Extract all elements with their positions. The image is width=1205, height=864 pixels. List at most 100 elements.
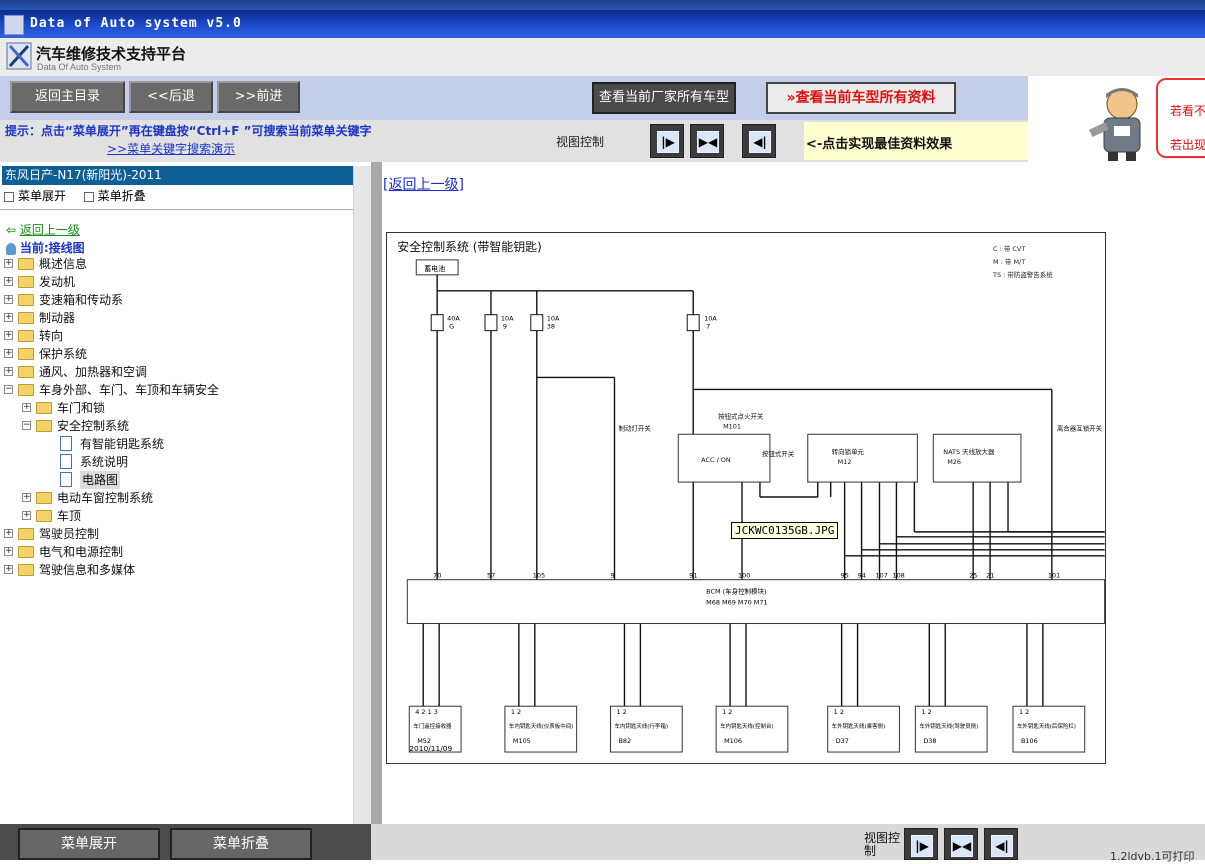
bcm-pin-label: 70 (433, 572, 441, 580)
diagram-legend: C : 带 CVT M : 带 M/T TS : 带防盗警告系统 (992, 245, 1053, 279)
tree-item-label: 系统说明 (80, 455, 129, 469)
tree-item[interactable]: − 安全控制系统 (0, 417, 353, 435)
panel-splitter[interactable] (371, 162, 382, 824)
expand-toggle-icon[interactable]: + (4, 547, 13, 556)
bcm-pin-label: 95 (841, 572, 849, 580)
collapse-toggle-icon[interactable]: − (4, 385, 13, 394)
menu-controls: 菜单展开 菜单折叠 (4, 187, 146, 204)
steer-lock-conn: M12 (838, 458, 852, 466)
component-connector: D37 (836, 737, 849, 745)
view-expand-right-button[interactable]: |▶ (650, 124, 684, 158)
expand-toggle-icon[interactable]: + (4, 277, 13, 286)
tree-item[interactable]: + 制动器 (0, 309, 353, 327)
push-button-label: 按钮式开关 (762, 449, 795, 458)
expand-toggle-icon[interactable]: + (4, 349, 13, 358)
search-demo-link[interactable]: >>菜单关键字搜索演示 (107, 140, 235, 157)
expand-toggle-icon[interactable]: + (4, 313, 13, 322)
legend-c: C : 带 CVT (993, 245, 1025, 253)
tree-item-label: 驾驶信息和多媒体 (39, 563, 136, 577)
wiring-diagram: 安全控制系统 (带智能钥匙) C : 带 CVT M : 带 M/T TS : … (386, 232, 1106, 764)
tree-item[interactable]: + 车顶 (0, 507, 353, 525)
view-control-label: 视图控制 (556, 135, 605, 149)
expand-toggle-icon[interactable]: + (22, 493, 31, 502)
bottom-view-split-button[interactable]: ▶◀ (944, 828, 978, 860)
nats-label: NATS 天线放大器 (943, 447, 995, 456)
upper-components: 制动灯开关 按钮式点火开关 M101 ACC / ON 按钮式开关 转向锁单元 … (618, 411, 1103, 483)
component-pins: 4 2 1 3 (415, 708, 438, 716)
tree-item-label: 有智能钥匙系统 (80, 437, 165, 451)
expand-toggle-icon[interactable]: + (4, 259, 13, 268)
bottom-expand-button[interactable]: 菜单展开 (18, 828, 160, 860)
fuse-1-amp: 40A (447, 315, 460, 323)
tree-item-label: 车门和锁 (57, 401, 106, 415)
all-data-label: 查看当前车型所有资料 (795, 90, 936, 106)
bottom-view-right-button[interactable]: |▶ (904, 828, 938, 860)
all-data-button[interactable]: »查看当前车型所有资料 (766, 82, 956, 114)
tree-item[interactable]: + 车门和锁 (0, 399, 353, 417)
document-icon (60, 472, 72, 487)
tree-item[interactable]: + 发动机 (0, 273, 353, 291)
tree-item[interactable]: + 保护系统 (0, 345, 353, 363)
folder-icon (36, 402, 52, 414)
expand-toggle-icon[interactable]: + (4, 367, 13, 376)
app-icon (4, 15, 24, 35)
tree-item-label: 变速箱和传动系 (39, 293, 124, 307)
tree-item-label: 电动车窗控制系统 (57, 491, 154, 505)
menu-expand-link[interactable]: 菜单展开 (18, 189, 66, 203)
view-split-button[interactable]: ▶◀ (690, 124, 724, 158)
tree-item[interactable]: + 概述信息 (0, 255, 353, 273)
bottom-view-control-label: 视图控制 (864, 831, 901, 858)
fuses: 40A G 10A 9 10A 38 10A 7 (430, 314, 717, 332)
component-name: 车外钥匙天线(驾驶员侧) (919, 722, 978, 730)
back-button[interactable]: <<后退 (129, 81, 213, 113)
expand-toggle-icon[interactable]: + (4, 295, 13, 304)
menu-collapse-link[interactable]: 菜单折叠 (98, 189, 146, 203)
folder-icon (36, 492, 52, 504)
component-name: 车内钥匙天线(行李箱) (614, 722, 668, 730)
back-up-link[interactable]: 返回上一级 (20, 223, 80, 237)
bottom-collapse-button[interactable]: 菜单折叠 (170, 828, 312, 860)
bottom-view-left-button[interactable]: ◀| (984, 828, 1018, 860)
tree-item[interactable]: + 转向 (0, 327, 353, 345)
brake-switch-label: 制动灯开关 (618, 423, 651, 432)
content-back-link[interactable]: [返回上一级] (383, 174, 464, 194)
folder-icon (18, 546, 34, 558)
expand-toggle-icon[interactable]: + (4, 565, 13, 574)
fuse-1-id: G (449, 323, 454, 331)
all-models-button[interactable]: 查看当前厂家所有车型 (592, 82, 736, 114)
tree-item-label: 通风、加热器和空调 (39, 365, 148, 379)
tree-item-label: 电气和电源控制 (39, 545, 124, 559)
tree-item-label: 安全控制系统 (57, 419, 130, 433)
tree-item[interactable]: + 驾驶员控制 (0, 525, 353, 543)
tree-item[interactable]: − 车身外部、车门、车顶和车辆安全 (0, 381, 353, 399)
tree-item[interactable]: 有智能钥匙系统 (0, 435, 353, 453)
fuse-4-id: 7 (706, 323, 710, 331)
tree-item-label: 电路图 (80, 471, 121, 489)
tree-item[interactable]: + 驾驶信息和多媒体 (0, 561, 353, 579)
legend-m: M : 带 M/T (993, 258, 1025, 266)
tree-item-label: 车身外部、车门、车顶和车辆安全 (39, 383, 220, 397)
tree-item[interactable]: + 变速箱和传动系 (0, 291, 353, 309)
expand-toggle-icon[interactable]: + (22, 511, 31, 520)
component-connector: B82 (618, 737, 631, 745)
tree-item-label: 保护系统 (39, 347, 88, 361)
tree-item[interactable]: 系统说明 (0, 453, 353, 471)
expand-toggle-icon[interactable]: + (22, 403, 31, 412)
acc-on-label: ACC / ON (701, 456, 731, 464)
menu-scrollbar[interactable] (353, 166, 371, 824)
collapse-toggle-icon[interactable]: − (22, 421, 31, 430)
tree-item[interactable]: + 通风、加热器和空调 (0, 363, 353, 381)
battery-label: 蓄电池 (424, 264, 445, 273)
forward-button[interactable]: >>前进 (217, 81, 300, 113)
tree-item[interactable]: + 电动车窗控制系统 (0, 489, 353, 507)
expand-toggle-icon[interactable]: + (4, 331, 13, 340)
tree-item[interactable]: + 电气和电源控制 (0, 543, 353, 561)
home-button[interactable]: 返回主目录 (10, 81, 125, 113)
expand-toggle-icon[interactable]: + (4, 529, 13, 538)
current-location-label: 当前:接线图 (19, 241, 85, 255)
tree-item[interactable]: 电路图 (0, 471, 353, 489)
view-expand-left-button[interactable]: ◀| (742, 124, 776, 158)
back-up-row[interactable]: ⇦ 返回上一级 (6, 221, 80, 238)
bottom-arrow-left-icon: ◀| (991, 835, 1013, 857)
folder-icon (18, 276, 34, 288)
